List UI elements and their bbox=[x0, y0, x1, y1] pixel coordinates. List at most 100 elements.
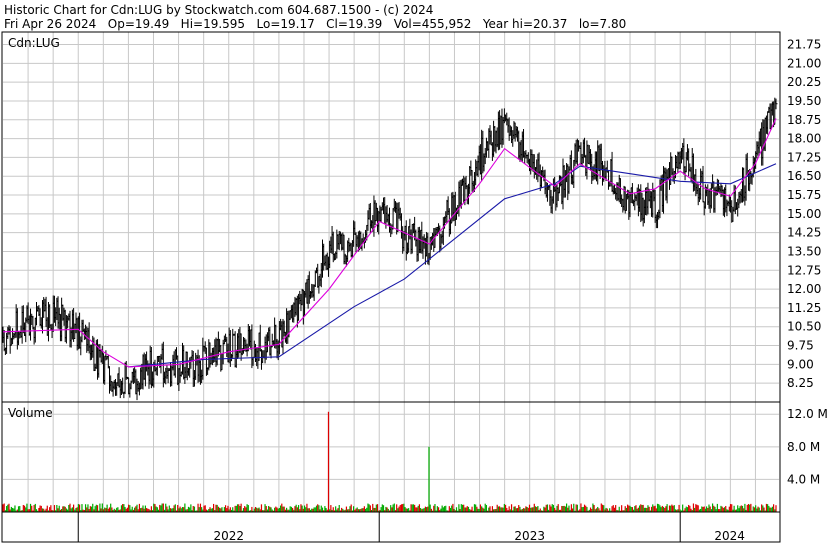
volume-bar bbox=[64, 506, 66, 512]
volume-bar bbox=[534, 506, 537, 512]
volume-bar bbox=[240, 503, 242, 512]
year-axis: 2022 2023 2024 bbox=[77, 512, 745, 543]
volume-bar bbox=[630, 506, 632, 512]
volume-bar bbox=[550, 506, 552, 512]
volume-bar bbox=[10, 506, 12, 512]
volume-bar bbox=[171, 508, 173, 512]
volume-bar bbox=[7, 504, 9, 512]
volume-bar bbox=[23, 505, 26, 512]
price-tick-label: 15.75 bbox=[787, 188, 821, 202]
volume-bar bbox=[399, 505, 401, 512]
volume-bar bbox=[400, 504, 403, 512]
volume-bar bbox=[183, 507, 185, 512]
volume-bar bbox=[168, 505, 170, 512]
volume-bar bbox=[488, 507, 490, 512]
volume-bar bbox=[661, 505, 663, 512]
price-tick-label: 20.25 bbox=[787, 75, 821, 89]
volume-bar bbox=[156, 507, 158, 512]
volume-bar bbox=[723, 507, 726, 512]
volume-bar bbox=[428, 446, 430, 512]
volume-bar bbox=[743, 508, 745, 512]
volume-bar bbox=[761, 504, 763, 512]
volume-bar bbox=[545, 504, 547, 512]
volume-bar bbox=[654, 505, 656, 512]
volume-bar bbox=[213, 503, 215, 512]
volume-bar bbox=[57, 508, 59, 512]
volume-bar bbox=[415, 507, 417, 512]
volume-bar bbox=[221, 507, 223, 512]
volume-bar bbox=[372, 503, 374, 512]
volume-bar bbox=[308, 508, 310, 512]
volume-bar bbox=[437, 507, 440, 512]
volume-bar bbox=[739, 506, 741, 512]
volume-bar bbox=[585, 505, 587, 512]
volume-bar bbox=[179, 506, 181, 512]
volume-bar bbox=[670, 505, 672, 512]
volume-bar bbox=[638, 505, 641, 512]
volume-bar bbox=[269, 506, 271, 512]
volume-bar bbox=[720, 505, 722, 512]
volume-bar bbox=[311, 508, 313, 512]
symbol-label: Cdn:LUG bbox=[8, 36, 60, 50]
volume-bar bbox=[411, 504, 413, 512]
volume-bar bbox=[744, 503, 746, 512]
price-tick-label: 18.75 bbox=[787, 113, 821, 127]
volume-bar bbox=[749, 504, 751, 512]
volume-bar bbox=[62, 506, 64, 512]
volume-bar bbox=[701, 506, 703, 512]
volume-bar bbox=[368, 504, 370, 512]
volume-bar bbox=[22, 504, 24, 512]
volume-bar bbox=[601, 504, 604, 512]
volume-bar bbox=[245, 507, 247, 512]
volume-bar bbox=[573, 503, 575, 512]
volume-bar bbox=[301, 505, 303, 512]
volume-bar bbox=[300, 504, 302, 512]
volume-bar bbox=[280, 505, 282, 512]
volume-bar bbox=[375, 504, 377, 512]
volume-bar bbox=[741, 505, 744, 512]
volume-bar bbox=[482, 507, 484, 512]
volume-bar bbox=[752, 506, 754, 512]
volume-bar bbox=[643, 507, 645, 512]
volume-bar bbox=[138, 503, 141, 512]
volume-bar bbox=[448, 506, 450, 512]
volume-bar bbox=[489, 506, 491, 512]
volume-bar bbox=[41, 508, 44, 512]
volume-bar bbox=[234, 505, 236, 512]
volume-bar bbox=[96, 505, 99, 512]
volume-bar bbox=[104, 507, 106, 512]
volume-bar bbox=[424, 506, 426, 512]
volume-bar bbox=[332, 507, 334, 512]
volume-bar bbox=[161, 503, 163, 512]
volume-bar bbox=[223, 507, 225, 512]
volume-bar bbox=[367, 503, 369, 512]
volume-bar bbox=[613, 507, 616, 512]
volume-bar bbox=[193, 506, 196, 512]
volume-bars bbox=[2, 411, 777, 512]
volume-bar bbox=[658, 504, 660, 512]
volume-bar bbox=[722, 507, 724, 512]
volume-bar bbox=[518, 505, 520, 512]
volume-bar bbox=[296, 507, 298, 512]
volume-bar bbox=[76, 507, 78, 512]
volume-bar bbox=[404, 507, 406, 512]
volume-bar bbox=[141, 507, 143, 512]
volume-bar bbox=[497, 506, 499, 512]
volume-bar bbox=[527, 507, 529, 512]
volume-bar bbox=[72, 504, 75, 512]
volume-bar bbox=[688, 504, 690, 512]
volume-axis-labels: 12.0 M 8.0 M 4.0 M bbox=[787, 407, 828, 486]
volume-bar bbox=[729, 504, 732, 512]
volume-bar bbox=[503, 503, 505, 512]
volume-bar bbox=[410, 504, 412, 512]
volume-bar bbox=[129, 505, 131, 512]
volume-bar bbox=[78, 504, 81, 512]
volume-bar bbox=[595, 508, 598, 512]
volume-bar bbox=[707, 507, 709, 512]
volume-bar bbox=[513, 506, 515, 512]
volume-bar bbox=[159, 504, 161, 512]
volume-bar bbox=[108, 507, 111, 512]
volume-bar bbox=[485, 505, 488, 512]
volume-bar bbox=[682, 504, 684, 512]
volume-bar bbox=[768, 505, 770, 512]
